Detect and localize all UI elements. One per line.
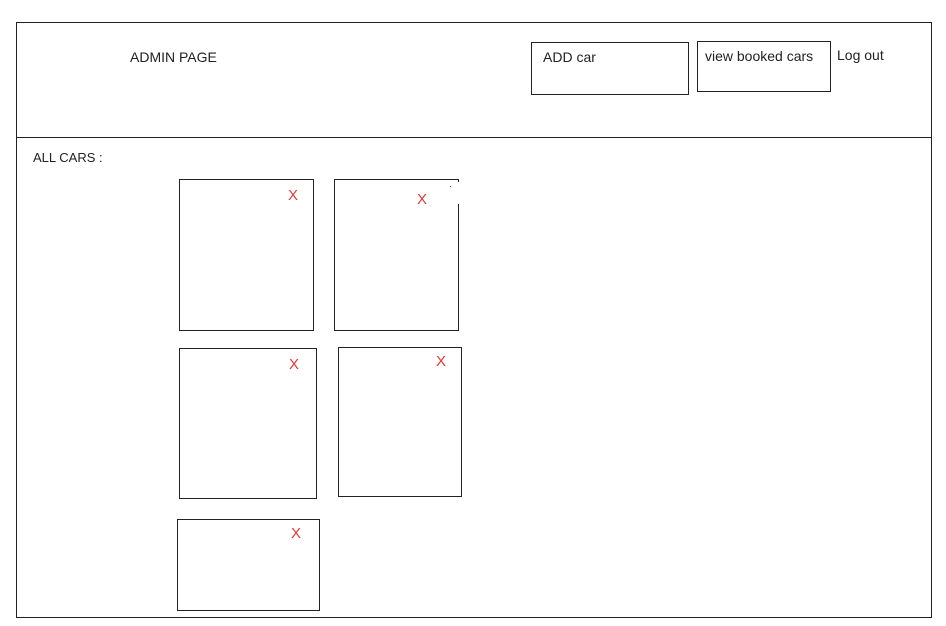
add-car-label: ADD car: [543, 49, 596, 65]
car-card[interactable]: X: [179, 348, 317, 499]
delete-car-button[interactable]: X: [289, 357, 299, 372]
all-cars-label: ALL CARS :: [33, 150, 103, 165]
header-divider: [16, 137, 932, 138]
car-card[interactable]: X: [338, 347, 462, 497]
card-corner-dot: [450, 186, 451, 187]
car-card[interactable]: X: [334, 179, 459, 331]
car-card[interactable]: X: [179, 179, 314, 331]
page-frame: [16, 22, 932, 618]
page-title: ADMIN PAGE: [130, 49, 217, 65]
delete-car-button[interactable]: X: [417, 192, 427, 207]
delete-car-button[interactable]: X: [436, 354, 446, 369]
car-card[interactable]: X: [177, 519, 320, 611]
view-booked-cars-button[interactable]: view booked cars: [697, 41, 831, 92]
delete-car-button[interactable]: X: [288, 188, 298, 203]
delete-car-button[interactable]: X: [291, 526, 301, 541]
card-corner-gap: [445, 182, 459, 204]
view-booked-cars-label: view booked cars: [705, 48, 814, 64]
logout-link[interactable]: Log out: [837, 47, 884, 63]
add-car-button[interactable]: ADD car: [531, 42, 689, 95]
